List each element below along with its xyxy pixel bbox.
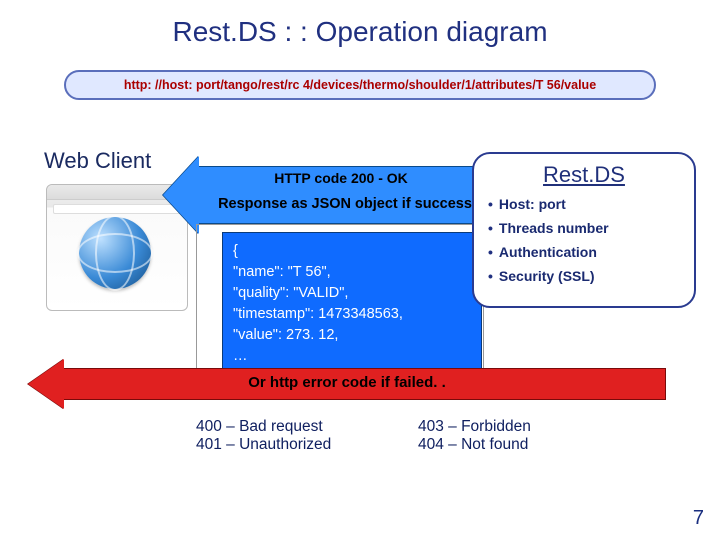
error-codes-left: 400 – Bad request 401 – Unauthorized — [196, 418, 331, 454]
error-codes-right: 403 – Forbidden 404 – Not found — [418, 418, 531, 454]
json-line: "quality": "VALID", — [233, 283, 471, 304]
slide-title: Rest.DS : : Operation diagram — [0, 0, 720, 48]
error-code: 404 – Not found — [418, 436, 531, 454]
restds-item: Host: port — [499, 196, 566, 212]
json-line: { — [233, 241, 471, 262]
http-status-line: HTTP code 200 - OK — [211, 170, 471, 186]
json-line: "value": 273. 12, — [233, 325, 471, 346]
globe-icon — [79, 217, 151, 289]
error-code: 400 – Bad request — [196, 418, 331, 436]
request-url: http: //host: port/tango/rest/rc 4/devic… — [64, 70, 656, 100]
json-line: "timestamp": 1473348563, — [233, 304, 471, 325]
page-number: 7 — [693, 507, 704, 530]
restds-title: Rest.DS — [484, 162, 684, 188]
restds-config-list: Host: port Threads number Authentication… — [484, 196, 684, 284]
response-description: Response as JSON object if success — [195, 196, 495, 212]
restds-box: Rest.DS Host: port Threads number Authen… — [472, 152, 696, 308]
restds-item: Threads number — [499, 220, 609, 236]
error-banner-text: Or http error code if failed. . — [28, 374, 666, 391]
json-line: … — [233, 346, 471, 367]
error-code: 401 – Unauthorized — [196, 436, 331, 454]
json-line: "name": "T 56", — [233, 262, 471, 283]
restds-item: Security (SSL) — [499, 268, 595, 284]
error-arrow: Or http error code if failed. . — [28, 368, 666, 400]
error-code: 403 – Forbidden — [418, 418, 531, 436]
restds-item: Authentication — [499, 244, 597, 260]
web-client-label: Web Client — [44, 148, 151, 174]
response-arrow: HTTP code 200 - OK Response as JSON obje… — [175, 166, 491, 224]
